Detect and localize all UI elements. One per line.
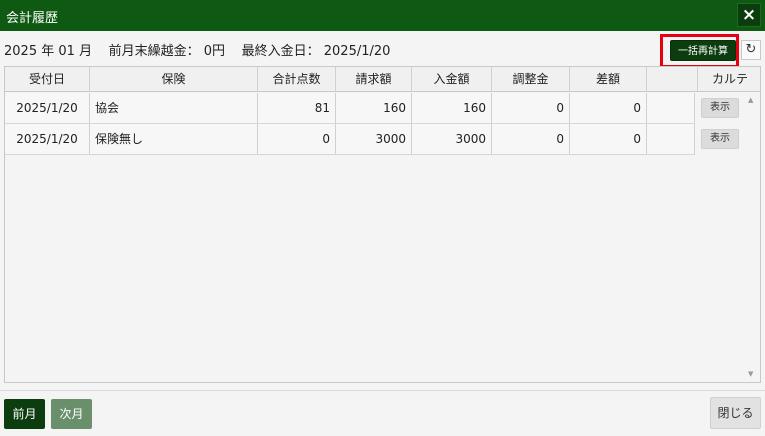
previous-month-button[interactable]: 前月 <box>4 399 45 429</box>
cell-points: 0 <box>258 124 336 154</box>
cell-paid: 160 <box>412 93 492 123</box>
column-header-chart[interactable]: カルテ <box>698 67 760 91</box>
cell-diff: 0 <box>570 93 647 123</box>
close-button[interactable]: 閉じる <box>710 397 761 429</box>
carryover-value: 0円 <box>203 44 226 59</box>
info-bar: 2025 年 01 月 前月末繰越金： 0円 最終入金日： 2025/1/20 <box>0 31 765 65</box>
year-value: 2025 <box>4 44 38 59</box>
cell-diff: 0 <box>570 124 647 154</box>
cell-adjust: 0 <box>492 93 570 123</box>
next-month-button[interactable]: 次月 <box>51 399 92 429</box>
column-header-diff[interactable]: 差額 <box>570 67 647 91</box>
last-payment-value: 2025/1/20 <box>323 44 391 59</box>
chart-show-button[interactable]: 表示 <box>701 98 739 118</box>
cell-billed: 3000 <box>336 124 412 154</box>
cell-date: 2025/1/20 <box>5 93 90 123</box>
year-unit: 年 <box>41 44 55 59</box>
cell-points: 81 <box>258 93 336 123</box>
cell-adjust: 0 <box>492 124 570 154</box>
column-header-points[interactable]: 合計点数 <box>258 67 336 91</box>
column-header-adjust[interactable]: 調整金 <box>492 67 570 91</box>
table-header: 受付日 保険 合計点数 請求額 入金額 調整金 差額 カルテ <box>5 67 760 92</box>
window-titlebar: 会計履歴 × <box>0 0 765 31</box>
footer-bar: 前月 次月 閉じる <box>0 390 765 436</box>
column-header-paid[interactable]: 入金額 <box>412 67 492 91</box>
table-row[interactable]: 2025/1/20 保険無し 0 3000 3000 0 0 <box>5 124 695 155</box>
month-unit: 月 <box>79 44 93 59</box>
scroll-up-icon[interactable]: ▲ <box>748 96 753 104</box>
bulk-recalc-button[interactable]: 一括再計算 <box>670 40 736 61</box>
column-header-date[interactable]: 受付日 <box>5 67 90 91</box>
column-header-insurance[interactable]: 保険 <box>90 67 258 91</box>
cell-extra <box>647 93 695 123</box>
cell-date: 2025/1/20 <box>5 124 90 154</box>
chart-show-button[interactable]: 表示 <box>701 129 739 149</box>
carryover-label: 前月末繰越金： <box>108 44 200 59</box>
scroll-down-icon[interactable]: ▼ <box>748 370 753 378</box>
cell-insurance: 保険無し <box>90 124 258 154</box>
last-payment-label: 最終入金日： <box>241 44 320 59</box>
refresh-icon[interactable]: ↻ <box>741 40 761 60</box>
cell-extra <box>647 124 695 154</box>
cell-billed: 160 <box>336 93 412 123</box>
cell-paid: 3000 <box>412 124 492 154</box>
close-icon[interactable]: × <box>737 3 761 27</box>
month-value: 01 <box>58 44 75 59</box>
period-summary: 2025 年 01 月 前月末繰越金： 0円 最終入金日： 2025/1/20 <box>4 40 390 59</box>
table-row[interactable]: 2025/1/20 協会 81 160 160 0 0 <box>5 93 695 124</box>
accounting-history-table: 受付日 保険 合計点数 請求額 入金額 調整金 差額 カルテ 2025/1/20… <box>4 66 761 383</box>
vertical-scrollbar[interactable]: ▲ ▼ <box>745 92 760 382</box>
column-header-billed[interactable]: 請求額 <box>336 67 412 91</box>
window-title: 会計履歴 <box>6 11 59 26</box>
cell-insurance: 協会 <box>90 93 258 123</box>
column-header-extra <box>647 67 698 91</box>
